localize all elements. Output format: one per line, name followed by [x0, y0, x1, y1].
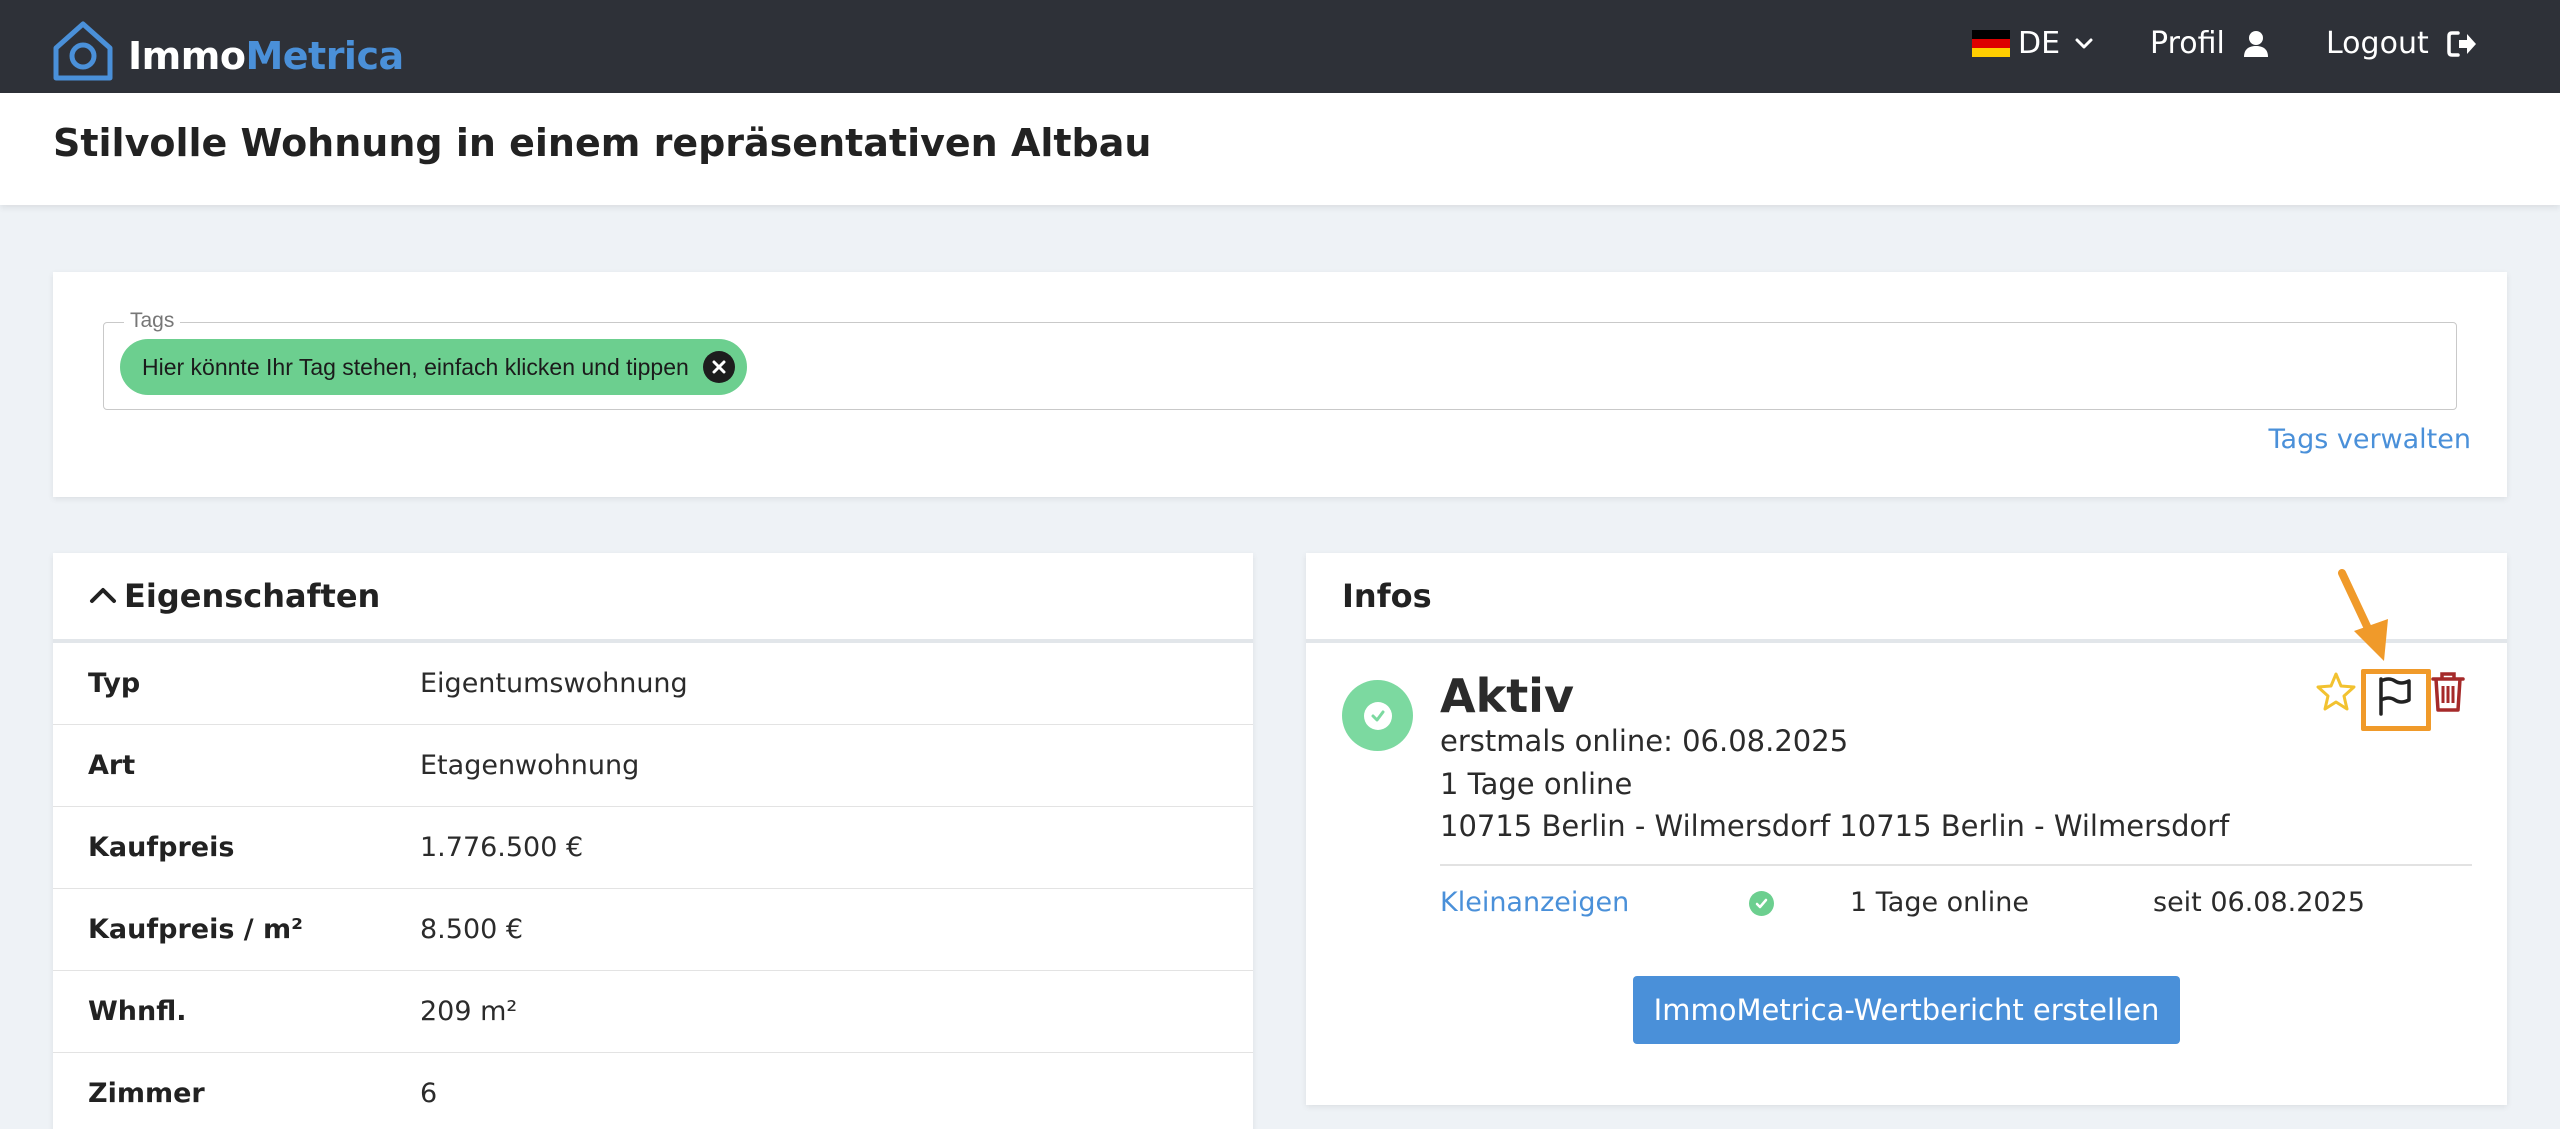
trash-icon[interactable]	[2430, 671, 2466, 713]
tag-chip-label: Hier könnte Ihr Tag stehen, einfach klic…	[142, 353, 689, 380]
property-row: Whnfl. 209 m²	[53, 971, 1253, 1053]
source-days-online: 1 Tage online	[1850, 887, 2030, 918]
arrow-annotation-icon	[2338, 569, 2388, 661]
infos-header: Infos	[1306, 553, 2507, 643]
create-report-button[interactable]: ImmoMetrica-Wertbericht erstellen	[1633, 976, 2180, 1044]
property-label: Whnfl.	[88, 996, 187, 1027]
chevron-up-icon	[90, 588, 116, 603]
tag-chip[interactable]: Hier könnte Ihr Tag stehen, einfach klic…	[120, 339, 747, 395]
page-header: Stilvolle Wohnung in einem repräsentativ…	[0, 93, 2560, 205]
page-title: Stilvolle Wohnung in einem repräsentativ…	[53, 121, 1152, 165]
german-flag-icon	[1972, 30, 2010, 57]
tags-legend: Tags	[124, 309, 181, 333]
source-since-date: seit 06.08.2025	[2153, 887, 2365, 918]
remove-tag-button[interactable]	[702, 351, 735, 383]
flag-highlight-box	[2361, 669, 2431, 731]
property-row: Zimmer 6	[53, 1053, 1253, 1129]
tags-input[interactable]: Tags Hier könnte Ihr Tag stehen, einfach…	[103, 309, 2457, 410]
property-value: 209 m²	[420, 996, 518, 1027]
info-divider	[1440, 864, 2472, 866]
properties-title: Eigenschaften	[124, 577, 381, 615]
star-icon[interactable]	[2316, 671, 2356, 711]
status-title: Aktiv	[1440, 669, 1574, 723]
source-active-icon	[1749, 891, 1774, 916]
manage-tags-link[interactable]: Tags verwalten	[2269, 424, 2472, 455]
property-value: Eigentumswohnung	[420, 668, 688, 699]
days-online-text: 1 Tage online	[1440, 767, 1633, 801]
properties-card: Eigenschaften Typ Eigentumswohnung Art E…	[53, 553, 1253, 1129]
tags-card: Tags Hier könnte Ihr Tag stehen, einfach…	[53, 272, 2507, 497]
property-label: Kaufpreis	[88, 832, 235, 863]
house-logo-icon	[53, 21, 113, 81]
property-value: Etagenwohnung	[420, 750, 640, 781]
infos-card: Infos Aktiv erstmals online: 06.08.2025 …	[1306, 553, 2507, 1105]
property-value: 8.500 €	[420, 914, 524, 945]
profile-link[interactable]: Profil	[2150, 26, 2269, 61]
property-value: 1.776.500 €	[420, 832, 584, 863]
property-label: Typ	[88, 668, 141, 699]
close-icon	[712, 360, 726, 374]
property-label: Kaufpreis / m²	[88, 914, 304, 945]
source-link-kleinanzeigen[interactable]: Kleinanzeigen	[1440, 887, 1629, 918]
infos-title: Infos	[1342, 577, 1432, 615]
language-label: DE	[2018, 26, 2061, 61]
logout-label: Logout	[2326, 26, 2429, 61]
property-row: Typ Eigentumswohnung	[53, 643, 1253, 725]
check-icon	[1371, 710, 1384, 721]
properties-header[interactable]: Eigenschaften	[53, 553, 1253, 643]
first-online-text: erstmals online: 06.08.2025	[1440, 724, 1849, 758]
active-status-icon	[1342, 680, 1413, 751]
sign-out-icon	[2446, 30, 2476, 57]
chevron-down-icon	[2075, 38, 2093, 48]
user-icon	[2243, 30, 2268, 57]
property-label: Zimmer	[88, 1078, 205, 1109]
property-row: Kaufpreis / m² 8.500 €	[53, 889, 1253, 971]
logout-link[interactable]: Logout	[2326, 26, 2477, 61]
language-selector[interactable]: DE	[1972, 26, 2094, 61]
property-row: Kaufpreis 1.776.500 €	[53, 807, 1253, 889]
profile-label: Profil	[2150, 26, 2225, 61]
brand-name: ImmoMetrica	[128, 34, 404, 78]
location-text: 10715 Berlin - Wilmersdorf 10715 Berlin …	[1440, 809, 2230, 843]
property-value: 6	[420, 1078, 438, 1109]
top-navbar: ImmoMetrica DE Profil Logout	[0, 0, 2560, 93]
property-label: Art	[88, 750, 136, 781]
brand-logo[interactable]: ImmoMetrica	[50, 18, 404, 84]
property-row: Art Etagenwohnung	[53, 725, 1253, 807]
